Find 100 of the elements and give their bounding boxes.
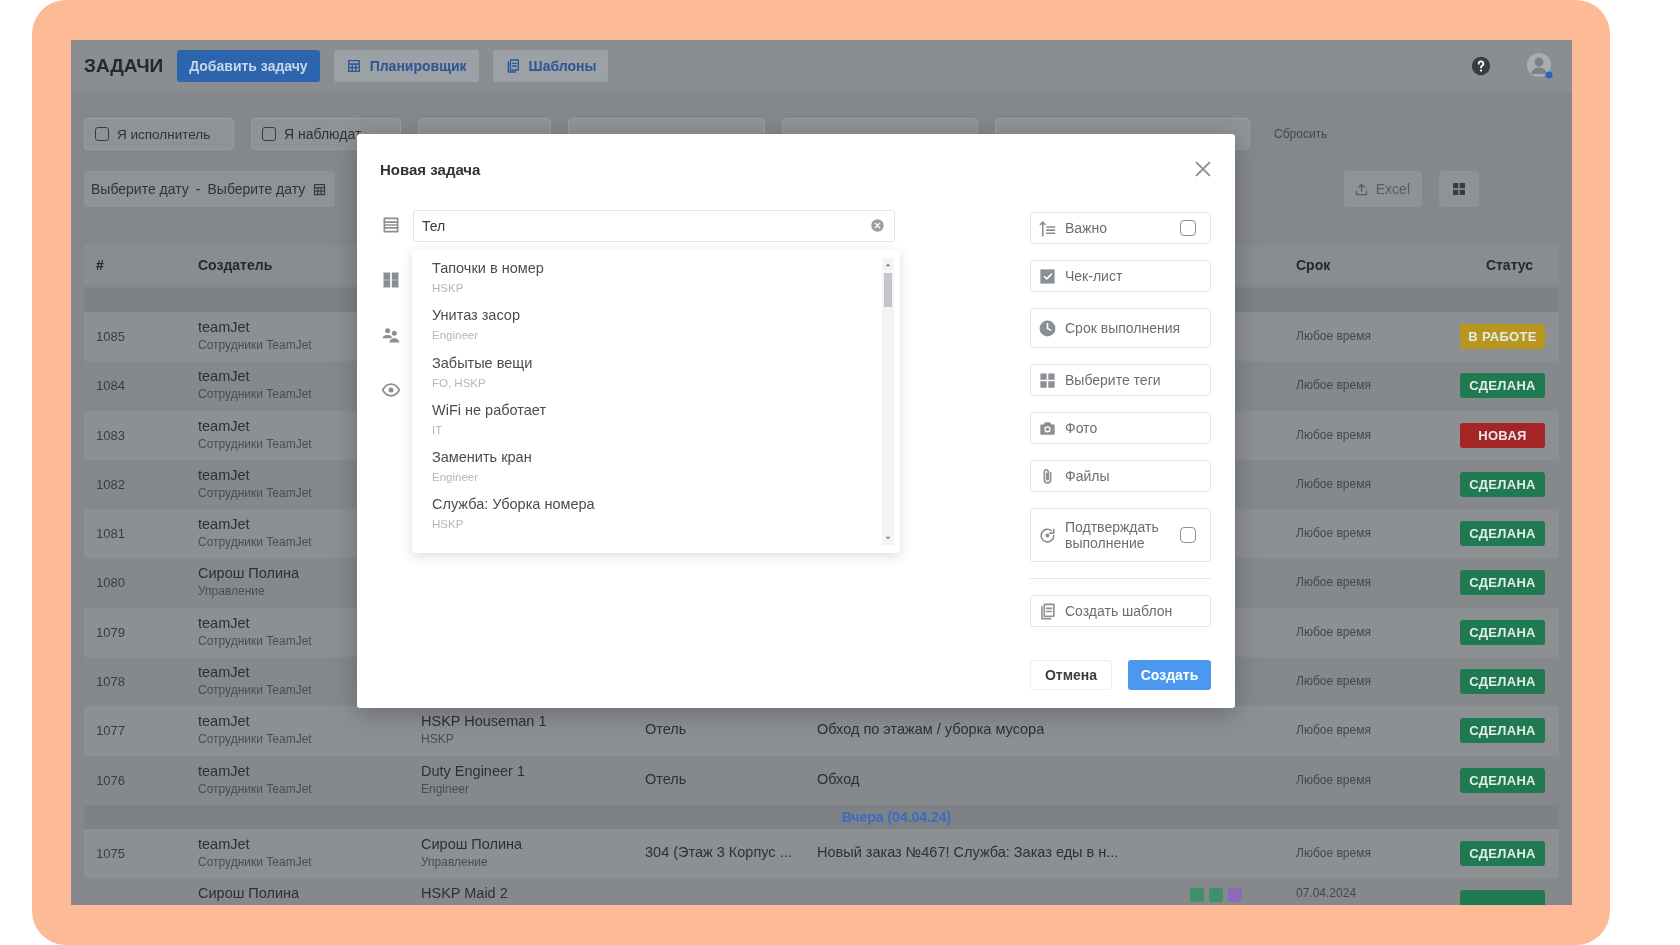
deadline: Любое время bbox=[1296, 575, 1371, 590]
suggestion-item[interactable]: Забытые вещи bbox=[432, 352, 533, 373]
task-number: 1081 bbox=[96, 526, 125, 542]
filter-label: Я наблюдат bbox=[284, 126, 362, 142]
deadline: Любое время bbox=[1296, 772, 1371, 787]
creator-team: Сотрудники TeamJet bbox=[198, 633, 312, 648]
suggestion-item[interactable]: Заменить кран bbox=[432, 447, 532, 468]
filter-label: Я исполнитель bbox=[117, 126, 211, 142]
grid-icon bbox=[1451, 181, 1467, 197]
checkbox[interactable] bbox=[1180, 527, 1196, 543]
dialog-button[interactable]: Создать bbox=[1128, 660, 1211, 690]
suggestion-item[interactable]: WiFi не работает bbox=[432, 399, 547, 420]
status-badge: СДЕЛАНА bbox=[1460, 471, 1545, 497]
document-icon bbox=[1038, 601, 1057, 621]
status-badge: СДЕЛАНА bbox=[1460, 570, 1545, 596]
table-row[interactable]: 1075 teamJet Сотрудники TeamJet Сирош Полина Управление 304 (Этаж 3 Корпус ... Новый заказ №467! Служба: Заказ еды в н... Любое время СДЕЛАНА bbox=[84, 828, 1559, 879]
task-title: Новый заказ №467! Служба: Заказ еды в н... bbox=[817, 843, 1119, 860]
creator-name: teamJet bbox=[198, 466, 250, 483]
option-button[interactable]: Фото bbox=[1030, 412, 1211, 444]
column-header: Срок bbox=[1296, 257, 1332, 273]
option-button[interactable]: Выберите теги bbox=[1030, 364, 1211, 396]
toolbar-button[interactable]: Добавить задачу bbox=[177, 50, 320, 82]
checkbox[interactable] bbox=[1180, 220, 1196, 236]
status-badge: СДЕЛАНА bbox=[1460, 521, 1545, 547]
suggestion-item[interactable]: Тапочки в номер bbox=[432, 258, 544, 278]
scrollbar[interactable] bbox=[882, 258, 894, 545]
option-button[interactable]: Подтверждать выполнение bbox=[1030, 508, 1211, 562]
page-title: ЗАДАЧИ bbox=[84, 55, 164, 77]
deadline: Любое время bbox=[1296, 427, 1371, 442]
checkbox[interactable] bbox=[95, 127, 109, 141]
create-template-button[interactable]: Создать шаблон bbox=[1030, 595, 1211, 627]
task-place: Отель bbox=[645, 721, 687, 738]
deadline: 07.04.2024 bbox=[1296, 886, 1357, 901]
status-badge: СДЕЛАНА bbox=[1460, 718, 1545, 744]
date-from: Выберите дату bbox=[91, 181, 189, 197]
creator-name: teamJet bbox=[198, 713, 250, 730]
group-label: Вчера (04.04.24) bbox=[841, 808, 952, 825]
executor-team: HSKP bbox=[421, 732, 454, 747]
calendar-icon bbox=[312, 181, 328, 197]
date-range-field[interactable]: Выберите дату - Выберите дату bbox=[84, 171, 336, 207]
status-badge: В РАБОТЕ bbox=[1460, 324, 1545, 349]
task-number: 1075 bbox=[96, 845, 125, 861]
table-row[interactable]: 1077 teamJet Сотрудники TeamJet HSKP Houseman 1 HSKP Отель Обход по этажам / уборка мусора Любое время СДЕЛАНА bbox=[84, 706, 1559, 756]
deadline: Любое время bbox=[1296, 723, 1371, 738]
dialog-button[interactable]: Отмена bbox=[1030, 660, 1112, 690]
filter-toggle[interactable]: Я исполнитель bbox=[84, 118, 234, 150]
avatar-icon[interactable] bbox=[1526, 52, 1554, 80]
suggestion-item[interactable]: Унитаз засор bbox=[432, 305, 520, 326]
date-to: Выберите дату bbox=[207, 181, 306, 197]
deadline: Любое время bbox=[1296, 845, 1371, 860]
status-badge: СДЕЛАНА bbox=[1460, 767, 1545, 793]
creator-name: teamJet bbox=[198, 319, 250, 335]
columns-icon bbox=[381, 270, 401, 290]
creator-name: teamJet bbox=[198, 417, 250, 434]
sort-icon bbox=[1038, 218, 1057, 238]
task-number: 1078 bbox=[96, 674, 125, 690]
creator-team: Сотрудники TeamJet bbox=[198, 683, 312, 698]
task-number: 1076 bbox=[96, 772, 125, 788]
task-title: Обход по этажам / уборка мусора bbox=[817, 721, 1045, 738]
people-icon bbox=[381, 325, 401, 345]
deadline: Любое время bbox=[1296, 476, 1371, 491]
creator-team: Сотрудники TeamJet bbox=[198, 535, 312, 550]
task-input[interactable]: Тел bbox=[413, 210, 895, 242]
task-title: Обход bbox=[817, 770, 860, 787]
toolbar-button[interactable]: Шаблоны bbox=[492, 50, 609, 82]
reset-link[interactable]: Сбросить bbox=[1274, 127, 1328, 141]
view-button[interactable] bbox=[1439, 171, 1479, 207]
creator-name: teamJet bbox=[198, 614, 250, 631]
option-button[interactable]: Чек-лист bbox=[1030, 260, 1211, 292]
upload-icon bbox=[1353, 181, 1369, 197]
task-number: 1085 bbox=[96, 329, 125, 344]
option-button[interactable]: Срок выполнения bbox=[1030, 308, 1211, 348]
status-badge: СДЕЛАНА bbox=[1460, 373, 1545, 399]
grid-icon bbox=[1038, 370, 1057, 390]
checkbox[interactable] bbox=[262, 127, 276, 141]
executor-name: HSKP Houseman 1 bbox=[421, 713, 547, 730]
date-separator: - bbox=[195, 181, 201, 197]
help-icon[interactable] bbox=[1470, 55, 1492, 77]
option-button[interactable]: Файлы bbox=[1030, 460, 1211, 492]
suggestion-team: IT bbox=[432, 423, 443, 436]
clear-icon[interactable] bbox=[870, 218, 885, 233]
task-place: 304 (Этаж 3 Корпус ... bbox=[645, 843, 792, 860]
toolbar-button[interactable]: Планировщик bbox=[333, 50, 479, 82]
suggestion-team: HSKP bbox=[432, 518, 464, 531]
option-button[interactable]: Важно bbox=[1030, 212, 1211, 244]
scroll-thumb[interactable] bbox=[884, 273, 892, 307]
suggestion-team: HSKP bbox=[432, 282, 464, 294]
suggestion-item[interactable]: Служба: Уборка номера bbox=[432, 494, 595, 515]
task-number: 1084 bbox=[96, 378, 125, 394]
creator-name: teamJet bbox=[198, 516, 250, 533]
creator-team: Сотрудники TeamJet bbox=[198, 732, 312, 747]
task-number: 1080 bbox=[96, 575, 125, 591]
eye-icon bbox=[381, 380, 401, 400]
creator-name: Сирош Полина bbox=[198, 565, 300, 582]
task-number: 1082 bbox=[96, 476, 125, 492]
task-number: 1079 bbox=[96, 624, 125, 640]
executor-name: HSKP Maid 2 bbox=[421, 885, 508, 902]
task-place: Отель bbox=[645, 770, 687, 787]
refresh-icon bbox=[1038, 525, 1057, 545]
creator-team: Управление bbox=[198, 584, 265, 599]
